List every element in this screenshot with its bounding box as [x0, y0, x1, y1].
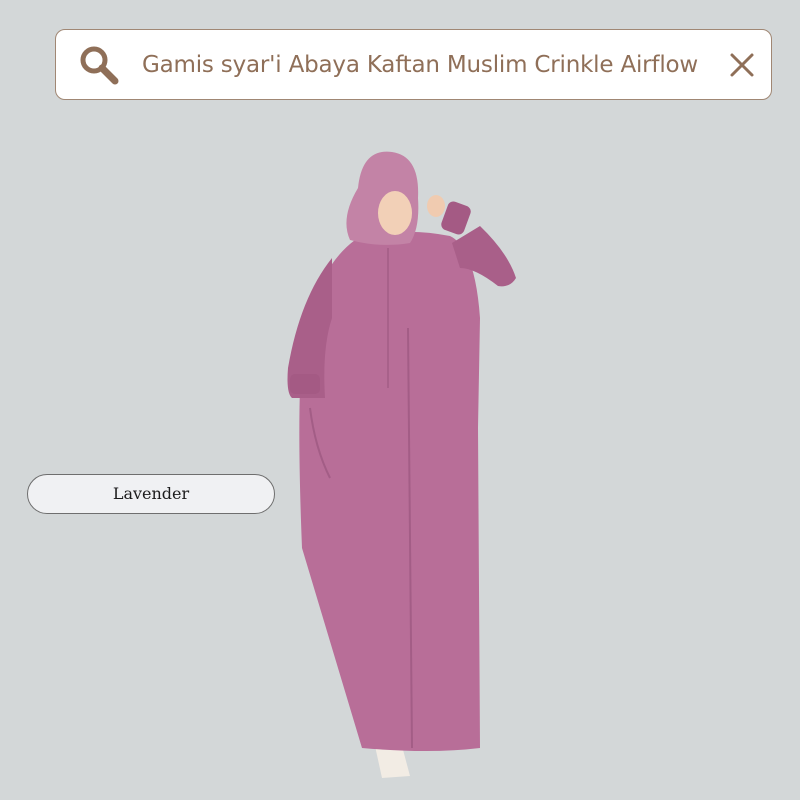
close-icon[interactable] — [729, 52, 755, 78]
search-bar[interactable]: Gamis syar'i Abaya Kaftan Muslim Crinkle… — [55, 29, 772, 100]
model-figure — [287, 151, 516, 778]
variant-color-chip[interactable]: Lavender — [27, 474, 275, 514]
search-input[interactable]: Gamis syar'i Abaya Kaftan Muslim Crinkle… — [142, 30, 698, 101]
search-icon[interactable] — [78, 44, 120, 86]
product-image — [287, 151, 516, 778]
variant-color-label: Lavender — [112, 484, 190, 503]
